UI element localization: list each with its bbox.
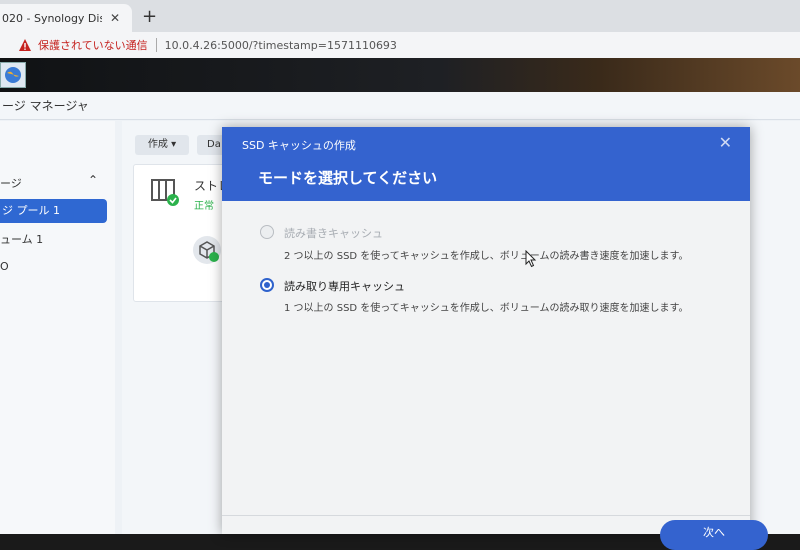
new-tab-button[interactable]: + bbox=[142, 6, 157, 27]
volume-cube-icon bbox=[193, 236, 221, 264]
radio-read-write-cache[interactable] bbox=[260, 225, 274, 239]
address-bar[interactable]: 保護されていない通信 10.0.4.26:5000/?timestamp=157… bbox=[0, 32, 800, 59]
tab-close-icon[interactable]: ✕ bbox=[110, 11, 120, 25]
sidebar: ージ ⌃ bbox=[0, 121, 115, 534]
desktop-background bbox=[0, 58, 800, 92]
option-label-read-write[interactable]: 読み書きキャッシュ bbox=[284, 225, 383, 241]
dialog-footer-divider bbox=[222, 515, 750, 516]
dialog-heading: モードを選択してください bbox=[258, 169, 438, 187]
sidebar-item-storage-pool[interactable]: ジ プール 1 bbox=[0, 199, 107, 223]
radio-read-only-cache[interactable] bbox=[260, 278, 274, 292]
storage-pool-icon bbox=[151, 179, 179, 206]
option-desc-read-only: 1 つ以上の SSD を使ってキャッシュを作成し、ボリュームの読み取り速度を加速… bbox=[284, 303, 689, 314]
close-icon[interactable]: ✕ bbox=[719, 133, 732, 152]
dialog-header: SSD キャッシュの作成 ✕ モードを選択してください bbox=[222, 127, 750, 201]
globe-icon bbox=[5, 67, 21, 83]
next-button[interactable]: 次へ bbox=[660, 520, 768, 550]
option-desc-read-write: 2 つ以上の SSD を使ってキャッシュを作成し、ボリュームの読み書き速度を加速… bbox=[284, 251, 689, 262]
browser-tab-bar: 020 - Synology DiskStat ✕ + bbox=[0, 0, 800, 32]
mouse-cursor-icon bbox=[525, 250, 537, 268]
browser-tab[interactable]: 020 - Synology DiskStat ✕ bbox=[0, 4, 132, 32]
dialog-title: SSD キャッシュの作成 bbox=[242, 139, 356, 152]
sidebar-group-label[interactable]: ージ bbox=[0, 175, 22, 191]
tab-title: 020 - Synology DiskStat bbox=[2, 11, 102, 25]
ssd-cache-wizard-dialog: SSD キャッシュの作成 ✕ モードを選択してください 読み書きキャッシュ 2 … bbox=[222, 127, 768, 550]
option-label-read-only[interactable]: 読み取り専用キャッシュ bbox=[284, 278, 405, 294]
security-label[interactable]: 保護されていない通信 bbox=[38, 37, 148, 53]
sidebar-item-other[interactable]: O bbox=[0, 260, 9, 273]
chevron-up-icon[interactable]: ⌃ bbox=[88, 173, 98, 187]
window-title: ージ マネージャ bbox=[0, 92, 800, 120]
url-text[interactable]: 10.0.4.26:5000/?timestamp=1571110693 bbox=[165, 39, 397, 52]
status-text: 正常 bbox=[194, 201, 214, 212]
create-button[interactable]: 作成 ▾ bbox=[135, 135, 189, 155]
divider bbox=[155, 38, 157, 52]
warning-icon[interactable] bbox=[18, 38, 32, 52]
sidebar-item-volume[interactable]: ューム 1 bbox=[0, 231, 43, 247]
dsm-main-menu-icon[interactable] bbox=[0, 62, 26, 88]
